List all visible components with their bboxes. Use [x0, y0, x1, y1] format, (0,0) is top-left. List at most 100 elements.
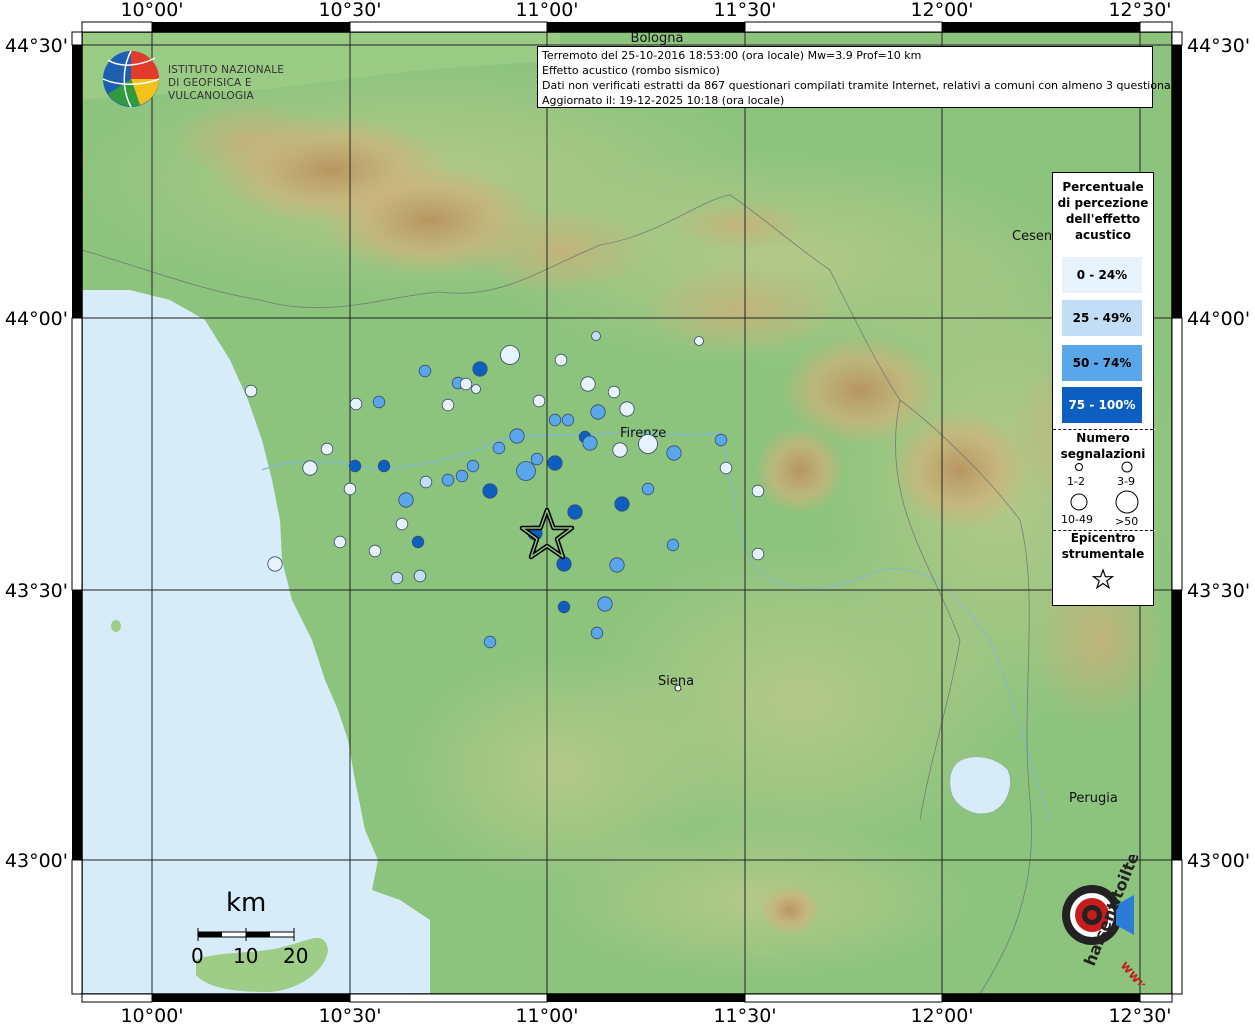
legend-epicentre-line: Epicentro	[1070, 531, 1136, 545]
felt-report-marker	[609, 557, 625, 573]
felt-report-marker	[372, 395, 386, 409]
amiata-mount	[760, 885, 820, 935]
felt-report-marker	[614, 496, 630, 512]
felt-report-marker	[471, 384, 481, 394]
felt-report-marker	[557, 600, 571, 614]
felt-report-marker	[547, 455, 563, 471]
felt-report-marker	[411, 535, 425, 549]
lat-label: 44°30'	[1187, 35, 1250, 57]
event-info-box: Terremoto del 25-10-2016 18:53:00 (ora l…	[537, 46, 1182, 108]
felt-report-marker	[666, 445, 682, 461]
legend-class-0: 0 - 24%	[1062, 257, 1142, 293]
city-bologna: Bologna	[631, 31, 684, 46]
felt-report-marker	[349, 397, 363, 411]
lon-label: 10°00'	[120, 1005, 183, 1024]
lon-label: 10°30'	[318, 0, 381, 21]
event-effect: Effetto acustico (rombo sismico)	[542, 64, 720, 77]
felt-report-marker	[395, 517, 409, 531]
ingv-globe-icon	[102, 50, 160, 108]
felt-report-marker	[590, 404, 606, 420]
siena-marker	[674, 684, 682, 692]
felt-report-marker	[492, 441, 506, 455]
event-updated: Aggiornato il: 19-12-2025 10:18 (ora loc…	[542, 94, 785, 107]
felt-report-marker	[267, 556, 283, 572]
legend: Percentuale di percezione dell'effetto a…	[1052, 172, 1154, 606]
felt-report-marker	[612, 442, 628, 458]
lon-label: 12°30'	[1108, 1005, 1171, 1024]
lat-label: 43°00'	[5, 850, 68, 872]
size-label-4: >50	[1115, 515, 1139, 528]
legend-title-line: di percezione	[1057, 196, 1149, 210]
lat-label: 43°30'	[5, 580, 68, 602]
felt-report-marker	[466, 459, 480, 473]
felt-report-marker	[567, 504, 583, 520]
size-label-2: 3-9	[1117, 475, 1135, 488]
haisentito-target-icon: haisentitoilterremoto.it www.	[1062, 764, 1178, 999]
city-perugia: Perugia	[1069, 791, 1118, 806]
legend-title-line: Percentuale	[1062, 180, 1144, 194]
logo-line1: ISTITUTO NAZIONALE	[168, 64, 285, 76]
legend-title-line: acustico	[1074, 228, 1132, 242]
felt-report-marker	[413, 569, 427, 583]
felt-report-marker	[390, 571, 404, 585]
felt-report-marker	[530, 452, 544, 466]
felt-report-marker	[582, 435, 598, 451]
size-symbol-4	[1115, 490, 1139, 514]
felt-report-marker	[472, 361, 488, 377]
felt-report-marker	[638, 434, 658, 454]
felt-report-marker	[302, 460, 318, 476]
felt-report-marker	[694, 336, 704, 346]
lat-label: 44°00'	[1187, 308, 1250, 330]
lon-label: 11°00'	[515, 1005, 578, 1024]
felt-report-marker	[719, 461, 733, 475]
felt-report-marker	[333, 535, 347, 549]
lon-label: 11°30'	[713, 1005, 776, 1024]
apennine-ridge	[640, 265, 840, 355]
scale-unit: km	[226, 888, 267, 918]
legend-star-icon	[1091, 568, 1115, 590]
felt-report-marker	[368, 544, 382, 558]
felt-report-marker	[590, 626, 604, 640]
felt-report-marker	[714, 433, 728, 447]
felt-report-marker	[455, 469, 469, 483]
legend-epicentre-title: Epicentro strumentale	[1053, 530, 1153, 562]
felt-report-marker	[482, 483, 498, 499]
felt-report-marker	[554, 353, 568, 367]
hill-shade	[540, 820, 980, 980]
ingv-logo: ISTITUTO NAZIONALE DI GEOFISICA E VULCAN…	[100, 48, 320, 110]
longitude-labels-top: 10°00' 10°30' 11°00' 11°30' 12°00' 12°30…	[120, 0, 1171, 21]
haisentito-logo: haisentitoilterremoto.it www.	[1030, 764, 1178, 999]
felt-report-marker	[751, 484, 765, 498]
latitude-labels-right: 44°30' 44°00' 43°30' 43°00'	[1187, 35, 1250, 872]
felt-report-marker	[418, 364, 432, 378]
latitude-labels-left: 44°30' 44°00' 43°30' 43°00'	[5, 35, 68, 872]
felt-report-marker	[597, 596, 613, 612]
legend-title: Percentuale di percezione dell'effetto a…	[1053, 179, 1153, 243]
event-title: Terremoto del 25-10-2016 18:53:00 (ora l…	[542, 49, 922, 62]
legend-epicentre-line: strumentale	[1061, 547, 1145, 561]
felt-report-marker	[641, 482, 655, 496]
felt-report-marker	[343, 482, 357, 496]
felt-report-marker	[532, 394, 546, 408]
felt-report-marker	[500, 345, 520, 365]
lon-label: 11°30'	[713, 0, 776, 21]
event-data-note: Dati non verificati estratti da 867 ques…	[542, 79, 1182, 92]
scale-bar-graphic	[197, 928, 295, 941]
lon-label: 12°00'	[910, 0, 973, 21]
felt-report-marker	[580, 376, 596, 392]
legend-count-title: Numero segnalazioni	[1053, 430, 1153, 462]
map-body	[82, 32, 1172, 994]
logo-line2: DI GEOFISICA E VULCANOLOGIA	[168, 77, 254, 102]
felt-report-marker	[377, 459, 391, 473]
apennine-ridge	[755, 425, 845, 515]
size-symbol-1	[1075, 463, 1083, 471]
lon-label: 12°30'	[1108, 0, 1171, 21]
legend-title-line: dell'effetto	[1065, 212, 1141, 226]
apennine-ridge	[670, 200, 810, 250]
lon-label: 12°00'	[910, 1005, 973, 1024]
scale-tick-20: 20	[283, 944, 309, 968]
felt-report-marker	[441, 473, 455, 487]
brand-www: www.	[1117, 958, 1154, 985]
lat-label: 44°30'	[5, 35, 68, 57]
felt-report-marker	[516, 461, 536, 481]
